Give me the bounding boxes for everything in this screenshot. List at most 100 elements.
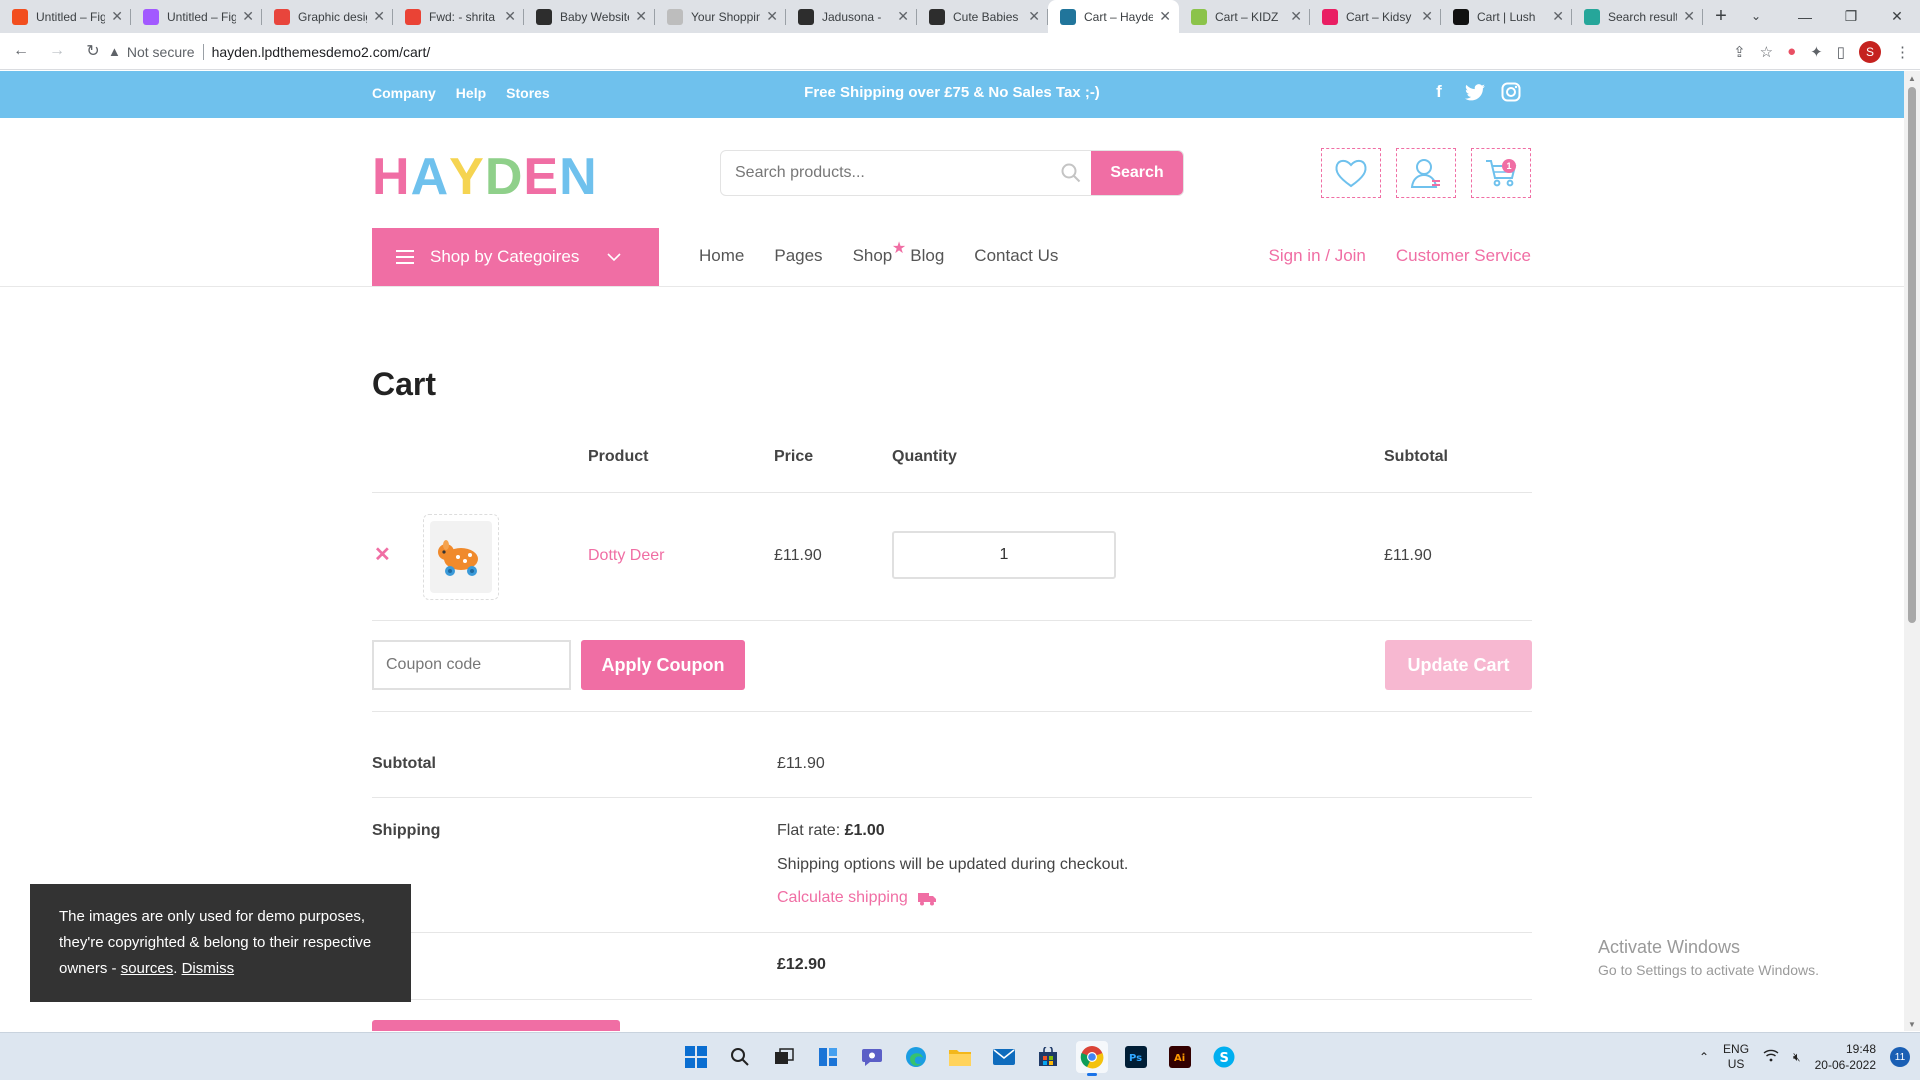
side-panel-icon[interactable]: ▯ [1837,43,1845,61]
share-icon[interactable]: ⇪ [1733,43,1746,61]
profile-avatar[interactable]: S [1859,40,1881,63]
browser-tab[interactable]: Cart – Hayden ✕ [1048,0,1179,33]
browser-tab[interactable]: Cart – Kidsy ✕ [1310,0,1441,33]
security-label: Not secure [126,43,195,60]
chrome-icon[interactable] [1076,1041,1108,1076]
store-icon[interactable] [1032,1041,1064,1073]
volume-muted-icon[interactable]: 🔇︎ [1793,1050,1801,1065]
close-window-icon[interactable]: ✕ [1874,0,1920,33]
nav-contact[interactable]: Contact Us [974,246,1058,266]
search-input[interactable]: Search products... [721,151,1051,195]
search-button[interactable]: Search [1091,151,1183,195]
nav-home[interactable]: Home [699,246,744,266]
scroll-up-icon[interactable]: ▲ [1904,71,1920,85]
illustrator-icon[interactable]: Ai [1164,1041,1196,1073]
tab-search-icon[interactable]: ⌄ [1742,4,1770,28]
quantity-input[interactable]: 1 [892,531,1116,579]
browser-tab[interactable]: Graphic design ✕ [262,0,393,33]
wishlist-button[interactable] [1321,148,1381,198]
dismiss-link[interactable]: Dismiss [182,960,235,977]
coupon-code-input[interactable]: Coupon code [372,640,571,690]
tab-close-icon[interactable]: ✕ [766,8,778,25]
sign-in-link[interactable]: Sign in / Join [1269,246,1366,266]
tab-title: Cart | Lush [1477,9,1536,24]
customer-service-link[interactable]: Customer Service [1396,246,1531,266]
browser-tab[interactable]: Untitled – Figma ✕ [131,0,262,33]
forward-icon[interactable]: → [42,36,72,66]
system-clock[interactable]: 19:48 20-06-2022 [1815,1041,1876,1073]
watermark-title: Activate Windows [1598,937,1741,957]
tab-close-icon[interactable]: ✕ [635,8,647,25]
tab-close-icon[interactable]: ✕ [504,8,516,25]
maximize-icon[interactable]: ❐ [1828,0,1874,33]
browser-tab[interactable]: Cart | Lush ✕ [1441,0,1572,33]
mail-icon[interactable] [988,1041,1020,1073]
tab-close-icon[interactable]: ✕ [111,8,123,25]
shop-by-categories-button[interactable]: Shop by Categoires [372,228,659,286]
browser-tab[interactable]: Untitled – Figma ✕ [0,0,131,33]
browser-tab[interactable]: Cart – KIDZ ✕ [1179,0,1310,33]
widgets-icon[interactable] [812,1041,844,1073]
update-cart-button[interactable]: Update Cart [1385,640,1532,690]
tab-close-icon[interactable]: ✕ [1421,8,1433,25]
tab-close-icon[interactable]: ✕ [1683,8,1695,25]
tab-favicon-icon [667,8,683,25]
back-icon[interactable]: ← [6,36,36,66]
tab-close-icon[interactable]: ✕ [242,8,254,25]
search-icon[interactable] [724,1041,756,1073]
address-bar[interactable]: ▲ Not secure hayden.lpdthemesdemo2.com/c… [108,37,1708,66]
remove-item-icon[interactable]: ✕ [374,542,391,567]
tab-close-icon[interactable]: ✕ [897,8,909,25]
account-button[interactable] [1396,148,1456,198]
twitter-icon[interactable] [1464,81,1486,103]
proceed-to-checkout-button[interactable] [372,1020,620,1031]
tab-close-icon[interactable]: ✕ [373,8,385,25]
nav-shop[interactable]: Shop ★ [853,240,907,266]
browser-tab[interactable]: Baby Website ✕ [524,0,655,33]
account-navigation: Sign in / Join Customer Service [1269,246,1531,266]
tab-close-icon[interactable]: ✕ [1552,8,1564,25]
browser-tab[interactable]: Jadusona - ✕ [786,0,917,33]
product-name-link[interactable]: Dotty Deer [588,547,664,565]
minimize-icon[interactable]: — [1782,0,1828,33]
facebook-icon[interactable]: f [1428,81,1450,103]
browser-tab[interactable]: Cute Babies ✕ [917,0,1048,33]
product-thumbnail[interactable] [423,514,499,600]
logo-letter: Y [449,148,485,206]
instagram-icon[interactable] [1500,81,1522,103]
calculate-shipping-link[interactable]: Calculate shipping [777,889,936,907]
tab-close-icon[interactable]: ✕ [1290,8,1302,25]
cart-button[interactable]: 1 [1471,148,1531,198]
nav-blog[interactable]: Blog [910,246,944,266]
extension-icon[interactable]: ● [1787,43,1796,60]
tab-close-icon[interactable]: ✕ [1159,8,1171,25]
photoshop-icon[interactable]: Ps [1120,1041,1152,1073]
teams-chat-icon[interactable] [856,1041,888,1073]
sources-link[interactable]: sources [121,960,174,977]
menu-kebab-icon[interactable]: ⋮ [1895,43,1910,61]
chevron-up-icon[interactable]: ⌃ [1699,1050,1709,1064]
reload-icon[interactable]: ↻ [78,36,108,66]
extensions-puzzle-icon[interactable]: ✦ [1810,43,1823,61]
scrollbar-thumb[interactable] [1908,87,1916,623]
browser-tab[interactable]: Your Shopping ✕ [655,0,786,33]
skype-icon[interactable]: S [1208,1041,1240,1073]
scroll-down-icon[interactable]: ▼ [1904,1017,1920,1031]
language-indicator[interactable]: ENG US [1723,1042,1749,1072]
notification-badge[interactable]: 11 [1890,1047,1910,1067]
lang-secondary: US [1727,1057,1745,1071]
nav-pages[interactable]: Pages [774,246,822,266]
windows-start-icon[interactable] [680,1041,712,1073]
new-tab-icon[interactable]: + [1703,0,1739,33]
bookmark-star-icon[interactable]: ☆ [1760,43,1773,61]
page-scrollbar[interactable]: ▲ ▼ [1904,71,1920,1031]
browser-tab[interactable]: Fwd: - shrita ✕ [393,0,524,33]
site-logo[interactable]: HAYDEN [372,147,598,207]
tab-close-icon[interactable]: ✕ [1028,8,1040,25]
task-view-icon[interactable] [768,1041,800,1073]
edge-icon[interactable] [900,1041,932,1073]
wifi-icon[interactable] [1763,1049,1779,1065]
apply-coupon-button[interactable]: Apply Coupon [581,640,745,690]
file-explorer-icon[interactable] [944,1041,976,1073]
browser-tab[interactable]: Search results ✕ [1572,0,1703,33]
